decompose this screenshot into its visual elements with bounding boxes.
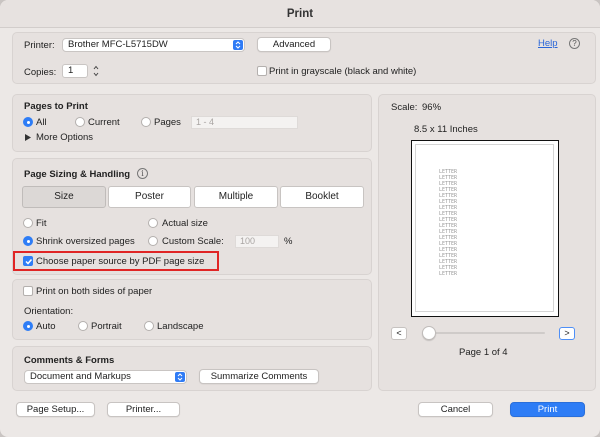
cancel-button[interactable]: Cancel bbox=[418, 402, 493, 417]
pages-all-radio[interactable] bbox=[23, 117, 33, 127]
pages-range-radio[interactable] bbox=[141, 117, 151, 127]
actual-size-label: Actual size bbox=[162, 218, 208, 229]
comments-forms-value: Document and Markups bbox=[30, 371, 131, 382]
grayscale-checkbox[interactable] bbox=[257, 66, 267, 76]
print-button[interactable]: Print bbox=[510, 402, 585, 417]
summarize-comments-button[interactable]: Summarize Comments bbox=[199, 369, 319, 384]
orientation-landscape-label: Landscape bbox=[157, 321, 204, 332]
custom-scale-input[interactable]: 100 bbox=[235, 235, 279, 248]
chevron-updown-icon bbox=[233, 40, 243, 50]
copies-label: Copies: bbox=[24, 67, 57, 78]
title-bar: Print bbox=[0, 0, 600, 28]
page-setup-button[interactable]: Page Setup... bbox=[16, 402, 95, 417]
pages-current-label: Current bbox=[88, 117, 120, 128]
previous-page-button[interactable]: < bbox=[391, 327, 407, 340]
page-slider-knob[interactable] bbox=[422, 326, 436, 340]
printer-button[interactable]: Printer... bbox=[107, 402, 180, 417]
both-sides-label: Print on both sides of paper bbox=[36, 286, 153, 297]
page-sizing-heading: Page Sizing & Handling bbox=[24, 169, 131, 180]
next-page-button[interactable]: > bbox=[559, 327, 575, 340]
chevron-updown-icon bbox=[175, 372, 185, 382]
fit-label: Fit bbox=[36, 218, 47, 229]
tab-booklet[interactable]: Booklet bbox=[280, 186, 364, 208]
help-link[interactable]: Help bbox=[538, 38, 558, 49]
orientation-auto-label: Auto bbox=[36, 321, 56, 332]
preview-text-lines: LETTER LETTER LETTER LETTER LETTER LETTER LETT… bbox=[439, 169, 457, 277]
info-circle-icon[interactable]: i bbox=[137, 168, 148, 179]
printer-select[interactable]: Brother MFC-L5715DW bbox=[62, 38, 245, 52]
tab-size[interactable]: Size bbox=[22, 186, 106, 208]
print-dialog: Print Printer: Brother MFC-L5715DW Advan… bbox=[0, 0, 600, 437]
checkmark-icon bbox=[25, 259, 33, 265]
pages-current-radio[interactable] bbox=[75, 117, 85, 127]
orientation-label: Orientation: bbox=[24, 306, 74, 317]
triangle-right-icon[interactable] bbox=[25, 133, 31, 144]
comments-forms-heading: Comments & Forms bbox=[24, 355, 115, 366]
both-sides-checkbox[interactable] bbox=[23, 286, 33, 296]
more-options-label[interactable]: More Options bbox=[36, 132, 93, 143]
pages-range-input[interactable]: 1 - 4 bbox=[191, 116, 298, 129]
page-preview-content: LETTER LETTER LETTER LETTER LETTER LETTER LETT… bbox=[415, 144, 554, 312]
window-title: Print bbox=[286, 8, 314, 20]
pages-range-label: Pages bbox=[154, 117, 181, 128]
paper-source-label: Choose paper source by PDF page size bbox=[36, 256, 205, 267]
custom-scale-label: Custom Scale: bbox=[162, 236, 224, 247]
preview-line: LETTER bbox=[439, 271, 458, 277]
tab-multiple[interactable]: Multiple bbox=[194, 186, 278, 208]
page-preview: LETTER LETTER LETTER LETTER LETTER LETTER LETT… bbox=[411, 140, 559, 317]
scale-value: 96% bbox=[422, 102, 442, 113]
comments-forms-select[interactable]: Document and Markups bbox=[24, 370, 187, 384]
printer-select-value: Brother MFC-L5715DW bbox=[68, 39, 168, 50]
scale-label: Scale: bbox=[391, 102, 418, 113]
custom-scale-radio[interactable] bbox=[148, 236, 158, 246]
orientation-portrait-label: Portrait bbox=[91, 321, 122, 332]
grayscale-label: Print in grayscale (black and white) bbox=[269, 66, 417, 77]
shrink-oversized-radio[interactable] bbox=[23, 236, 33, 246]
page-indicator: Page 1 of 4 bbox=[459, 347, 508, 358]
paper-size-label: 8.5 x 11 Inches bbox=[414, 124, 478, 135]
copies-stepper[interactable]: 1 bbox=[62, 64, 88, 78]
pages-all-label: All bbox=[36, 117, 47, 128]
copies-stepper-icon[interactable] bbox=[91, 64, 101, 81]
page-slider-track[interactable] bbox=[430, 332, 545, 334]
fit-radio[interactable] bbox=[23, 218, 33, 228]
printer-label: Printer: bbox=[24, 40, 55, 51]
tab-poster[interactable]: Poster bbox=[108, 186, 191, 208]
question-circle-icon[interactable]: ? bbox=[569, 38, 580, 49]
copies-value: 1 bbox=[68, 65, 74, 76]
actual-size-radio[interactable] bbox=[148, 218, 158, 228]
percent-label: % bbox=[284, 236, 293, 247]
comments-forms-panel bbox=[12, 346, 372, 391]
pages-to-print-heading: Pages to Print bbox=[24, 101, 88, 112]
paper-source-checkbox[interactable] bbox=[23, 256, 33, 266]
orientation-landscape-radio[interactable] bbox=[144, 321, 154, 331]
orientation-auto-radio[interactable] bbox=[23, 321, 33, 331]
shrink-oversized-label: Shrink oversized pages bbox=[36, 236, 135, 247]
advanced-button[interactable]: Advanced bbox=[257, 37, 331, 52]
orientation-portrait-radio[interactable] bbox=[78, 321, 88, 331]
